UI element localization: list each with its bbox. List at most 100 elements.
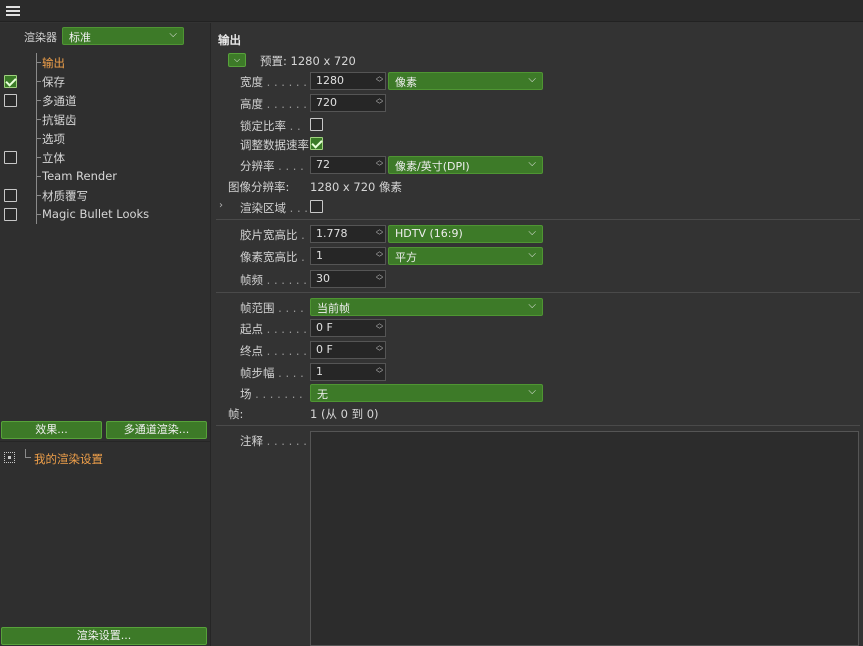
tree-item-label: 立体 (42, 151, 65, 165)
dot-leader: . . (286, 119, 301, 133)
stepper-icon[interactable]: ︿ ﹀ (376, 248, 383, 262)
start-field[interactable]: 0 F ︿ ﹀ (310, 319, 386, 337)
film-aspect-value: 1.778 (316, 227, 348, 240)
dot-leader: . . . . . . (263, 344, 307, 358)
my-render-setting[interactable]: 我的渲染设置 (34, 451, 103, 467)
stepper-icon[interactable]: ︿ ﹀ (376, 73, 383, 87)
dot-leader: . . . . . . (263, 273, 307, 287)
render-setting-icon[interactable] (4, 452, 15, 463)
lock-ratio-checkbox[interactable] (310, 118, 323, 131)
section-title: 输出 (218, 33, 241, 47)
tree-item-options[interactable]: 选项 (0, 129, 211, 148)
tree-item-material-override[interactable]: 材质覆写 (0, 186, 211, 205)
step-value: 1 (316, 365, 323, 378)
pixel-aspect-label-text: 像素宽高比 (240, 250, 298, 264)
film-aspect-field[interactable]: 1.778 ︿ ﹀ (310, 225, 386, 243)
fps-value: 30 (316, 272, 330, 285)
material-override-checkbox[interactable] (4, 189, 17, 202)
height-value: 720 (316, 96, 337, 109)
save-checkbox[interactable] (4, 75, 17, 88)
pixel-aspect-dropdown[interactable]: 平方 ⌵ (388, 247, 543, 265)
unit-dropdown[interactable]: 像素 ⌵ (388, 72, 543, 90)
magic-bullet-checkbox[interactable] (4, 208, 17, 221)
multipass-render-button[interactable]: 多通道渲染... (106, 421, 207, 439)
pixel-aspect-value: 1 (316, 249, 323, 262)
dot-leader: . . . . . . (263, 322, 307, 336)
image-res-value: 1280 x 720 像素 (310, 180, 402, 194)
dot-leader: . . . . . . . (251, 387, 303, 401)
dot-leader: . . . . . . (263, 75, 307, 89)
field-label-text: 场 (240, 387, 252, 401)
tree-tick (36, 195, 41, 196)
fps-label-text: 帧频 (240, 273, 263, 287)
stepper-icon[interactable]: ︿ ﹀ (376, 95, 383, 109)
start-label-text: 起点 (240, 322, 263, 336)
stepper-icon[interactable]: ︿ ﹀ (376, 364, 383, 378)
film-aspect-label: 胶片宽高比 . (240, 227, 305, 243)
height-label: 高度 . . . . . . (240, 96, 307, 112)
tree-item-team-render[interactable]: Team Render (0, 167, 211, 186)
frames-label: 帧: (228, 407, 244, 421)
end-field[interactable]: 0 F ︿ ﹀ (310, 341, 386, 359)
tree-tick (36, 81, 41, 82)
tree-tick (36, 214, 41, 215)
tree-item-save[interactable]: 保存 (0, 72, 211, 91)
tree-item-output[interactable]: 输出 (0, 53, 211, 72)
start-label: 起点 . . . . . . (240, 321, 307, 337)
end-value: 0 F (316, 343, 333, 356)
stepper-icon[interactable]: ︿ ﹀ (376, 342, 383, 356)
tree-item-label: 多通道 (42, 94, 77, 108)
menu-icon[interactable] (5, 4, 21, 18)
pixel-aspect-label: 像素宽高比 . (240, 249, 305, 265)
tree-tick (36, 100, 41, 101)
stepper-icon[interactable]: ︿ ﹀ (376, 226, 383, 240)
resolution-label-text: 分辨率 (240, 159, 275, 173)
field-label: 场 . . . . . . . (240, 386, 303, 402)
chevron-down-icon: ⌵ (528, 74, 536, 85)
resolution-unit-value: 像素/英寸(DPI) (395, 160, 470, 173)
left-divider (0, 441, 211, 442)
step-label-text: 帧步幅 (240, 366, 275, 380)
multipass-checkbox[interactable] (4, 94, 17, 107)
effects-button[interactable]: 效果... (1, 421, 102, 439)
output-panel: 输出 ⌵ 预置: 1280 x 720 宽度 . . . . . . 1280 … (212, 23, 863, 646)
fps-field[interactable]: 30 ︿ ﹀ (310, 270, 386, 288)
tree-item-antialiasing[interactable]: 抗锯齿 (0, 110, 211, 129)
tree-item-multipass[interactable]: 多通道 (0, 91, 211, 110)
stepper-icon[interactable]: ︿ ﹀ (376, 271, 383, 285)
frame-range-label: 帧范围 . . . . (240, 300, 304, 316)
width-value: 1280 (316, 74, 344, 87)
frame-range-value: 当前帧 (317, 302, 350, 315)
adjust-rate-checkbox[interactable] (310, 137, 323, 150)
resolution-unit-dropdown[interactable]: 像素/英寸(DPI) ⌵ (388, 156, 543, 174)
stepper-icon[interactable]: ︿ ﹀ (376, 320, 383, 334)
preset-button[interactable]: ⌵ (228, 53, 246, 67)
tree-tick (36, 62, 41, 63)
tree-tick (36, 176, 41, 177)
resolution-field[interactable]: 72 ︿ ﹀ (310, 156, 386, 174)
step-field[interactable]: 1 ︿ ﹀ (310, 363, 386, 381)
stereo-checkbox[interactable] (4, 151, 17, 164)
render-region-checkbox[interactable] (310, 200, 323, 213)
height-field[interactable]: 720 ︿ ﹀ (310, 94, 386, 112)
stepper-icon[interactable]: ︿ ﹀ (376, 157, 383, 171)
lock-ratio-label-text: 锁定比率 (240, 119, 286, 133)
tree-item-magic-bullet-looks[interactable]: Magic Bullet Looks (0, 205, 211, 224)
dot-leader: . . . . (274, 301, 304, 315)
renderer-label: 渲染器 (24, 31, 57, 44)
frame-range-dropdown[interactable]: 当前帧 ⌵ (310, 298, 543, 316)
chevron-right-icon[interactable]: › (219, 200, 223, 211)
pixel-aspect-preset: 平方 (395, 251, 417, 264)
film-aspect-dropdown[interactable]: HDTV (16:9) ⌵ (388, 225, 543, 243)
render-settings-button[interactable]: 渲染设置... (1, 627, 207, 645)
tree-item-label: Magic Bullet Looks (42, 207, 150, 221)
notes-textarea[interactable] (310, 431, 859, 646)
height-label-text: 高度 (240, 97, 263, 111)
tree-item-stereo[interactable]: 立体 (0, 148, 211, 167)
width-field[interactable]: 1280 ︿ ﹀ (310, 72, 386, 90)
pixel-aspect-field[interactable]: 1 ︿ ﹀ (310, 247, 386, 265)
renderer-dropdown[interactable]: 标准 ⌵ (62, 27, 184, 45)
dot-leader: . . . . . . (263, 97, 307, 111)
tree-branch (25, 449, 31, 458)
field-dropdown[interactable]: 无 ⌵ (310, 384, 543, 402)
